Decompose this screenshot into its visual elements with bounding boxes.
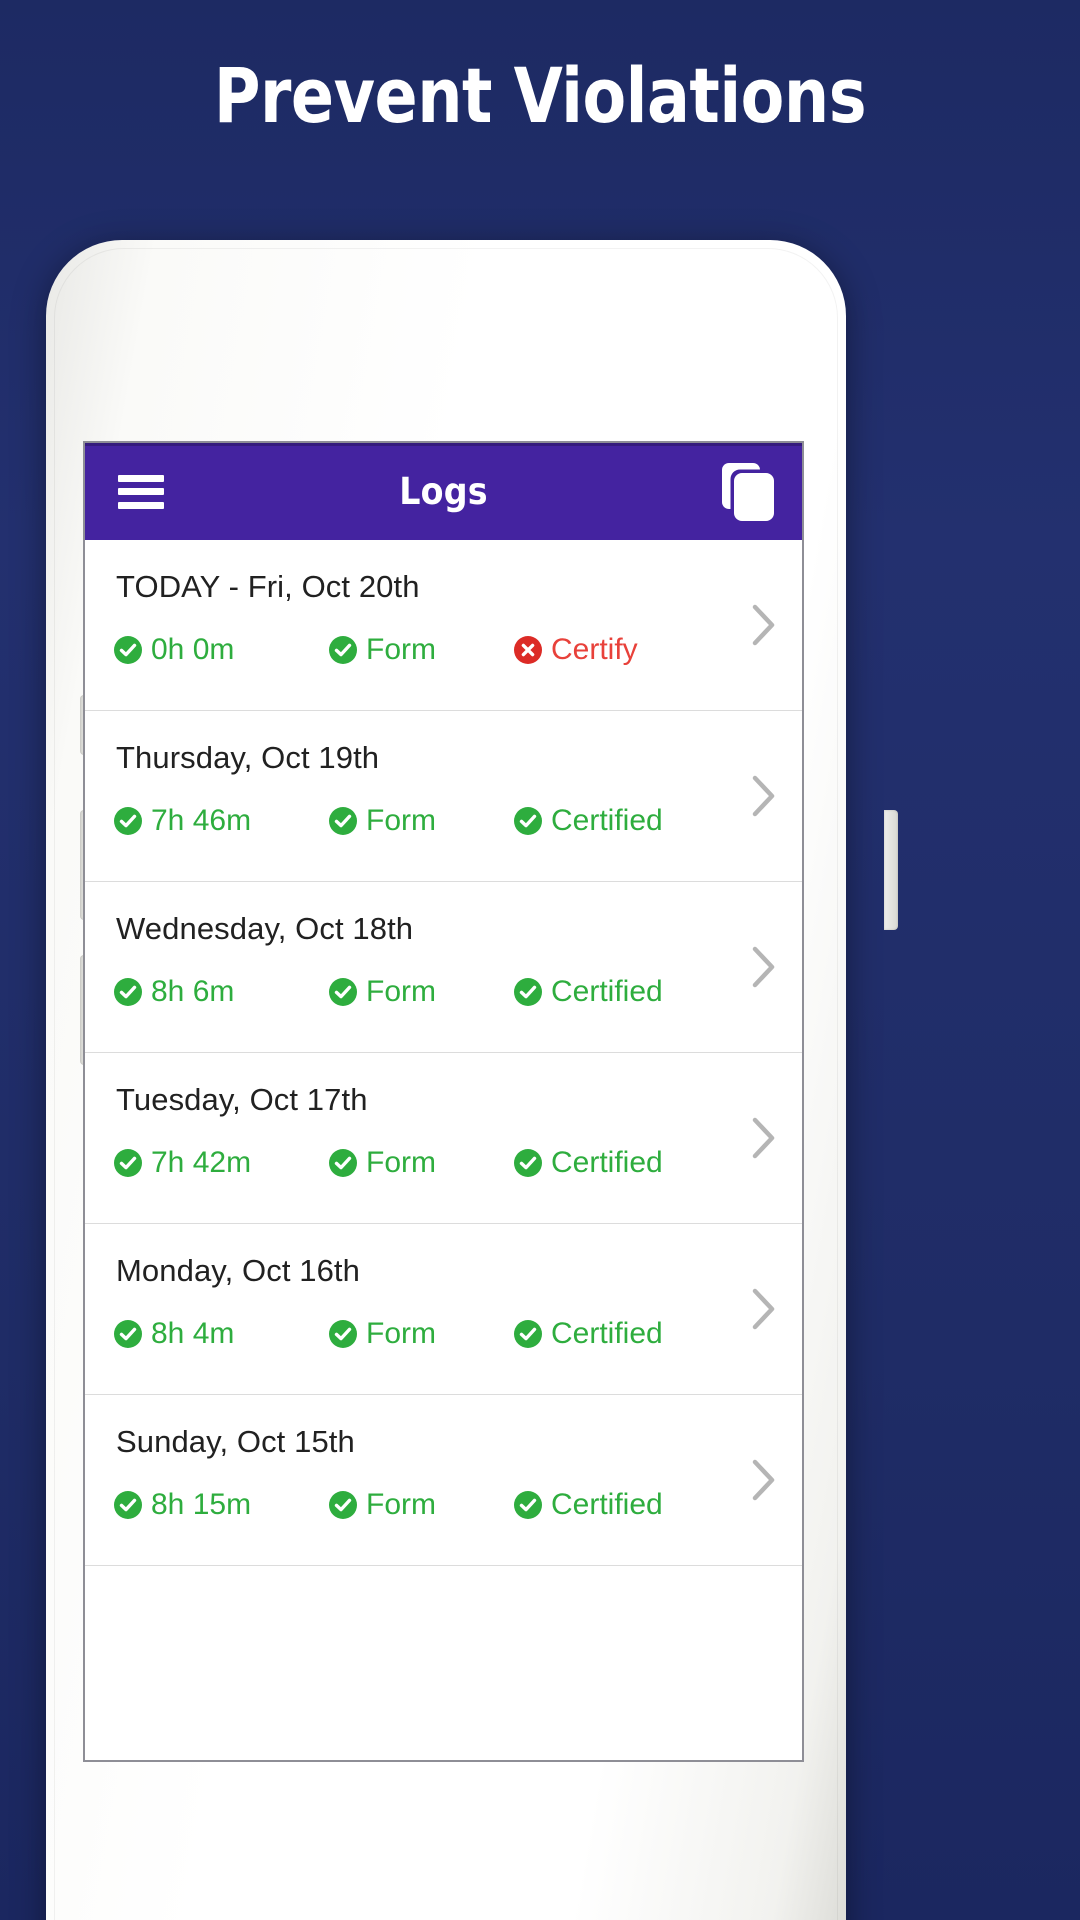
status-badge-icon (329, 636, 357, 664)
log-row-certify-label: Certified (551, 975, 663, 1008)
log-row-hours: 8h 4m (114, 1317, 329, 1351)
promo-headline: Prevent Violations (213, 51, 867, 140)
log-row-hours-label: 0h 0m (151, 633, 235, 666)
app-bar: Logs (85, 443, 802, 540)
log-row-form-label: Form (366, 975, 436, 1008)
log-row-date: Monday, Oct 16th (116, 1253, 360, 1288)
log-row-status: 7h 46m Form Certified (114, 804, 714, 838)
hamburger-bar (118, 501, 164, 509)
log-row-hours: 0h 0m (114, 633, 329, 667)
log-row-form: Form (329, 975, 514, 1009)
log-row-hours-label: 8h 6m (151, 975, 235, 1008)
log-row-form: Form (329, 804, 514, 838)
log-row-hours: 8h 6m (114, 975, 329, 1009)
log-row-hours: 7h 42m (114, 1146, 329, 1180)
status-badge-icon (114, 1491, 142, 1519)
chevron-right-icon[interactable] (750, 1116, 778, 1160)
log-row-certify: Certified (514, 1146, 714, 1180)
chevron-right-icon[interactable] (750, 774, 778, 818)
chevron-right-icon[interactable] (750, 1458, 778, 1502)
copy-icon-front-sheet (734, 472, 774, 521)
status-badge-icon (114, 978, 142, 1006)
log-row-date: Wednesday, Oct 18th (116, 911, 414, 946)
log-row-form-label: Form (366, 1146, 436, 1179)
log-row-form: Form (329, 633, 514, 667)
log-row-form-label: Form (366, 1488, 436, 1521)
log-row-certify: Certified (514, 804, 714, 838)
log-row-hours-label: 7h 42m (151, 1146, 252, 1179)
log-row[interactable]: Wednesday, Oct 18th 8h 6m Form Certified (85, 882, 802, 1053)
log-row-date: TODAY - Fri, Oct 20th (116, 569, 420, 604)
log-row-status: 0h 0m Form Certify (114, 633, 714, 667)
status-badge-icon (514, 636, 542, 664)
status-badge-icon (114, 636, 142, 664)
log-row-status: 8h 4m Form Certified (114, 1317, 714, 1351)
log-row-certify: Certify (514, 633, 714, 667)
chevron-right-icon[interactable] (750, 945, 778, 989)
log-row-date: Sunday, Oct 15th (116, 1424, 355, 1459)
log-row[interactable]: TODAY - Fri, Oct 20th 0h 0m Form Certify (85, 540, 802, 711)
status-badge-icon (329, 1149, 357, 1177)
log-row-hours-label: 8h 4m (151, 1317, 235, 1350)
status-badge-icon (329, 978, 357, 1006)
log-list[interactable]: TODAY - Fri, Oct 20th 0h 0m Form Certify… (85, 540, 802, 1566)
log-row[interactable]: Sunday, Oct 15th 8h 15m Form Certified (85, 1395, 802, 1566)
log-row-certify: Certified (514, 1488, 714, 1522)
log-row-hours: 7h 46m (114, 804, 329, 838)
log-row-certify-label: Certified (551, 1488, 663, 1521)
hamburger-bar (118, 488, 164, 495)
log-row-form: Form (329, 1146, 514, 1180)
chevron-right-icon[interactable] (750, 603, 778, 647)
phone-power-button (884, 810, 898, 930)
log-row-hours-label: 8h 15m (151, 1488, 252, 1521)
status-badge-icon (329, 1491, 357, 1519)
status-badge-icon (114, 1320, 142, 1348)
log-row-status: 8h 6m Form Certified (114, 975, 714, 1009)
log-row-certify-label: Certify (551, 633, 638, 666)
page-title: Logs (399, 470, 488, 513)
log-row-status: 8h 15m Form Certified (114, 1488, 714, 1522)
log-row-certify-label: Certified (551, 1317, 663, 1350)
log-row-certify: Certified (514, 975, 714, 1009)
status-badge-icon (114, 807, 142, 835)
status-badge-icon (514, 1149, 542, 1177)
status-badge-icon (114, 1149, 142, 1177)
log-row-status: 7h 42m Form Certified (114, 1146, 714, 1180)
log-row-form: Form (329, 1317, 514, 1351)
log-row-form-label: Form (366, 633, 436, 666)
log-row-hours-label: 7h 46m (151, 804, 252, 837)
hamburger-bar (118, 474, 164, 482)
log-row-hours: 8h 15m (114, 1488, 329, 1522)
chevron-right-icon[interactable] (750, 1287, 778, 1331)
copy-icon[interactable] (722, 462, 778, 521)
log-row-date: Thursday, Oct 19th (116, 740, 380, 775)
status-badge-icon (514, 978, 542, 1006)
log-row[interactable]: Monday, Oct 16th 8h 4m Form Certified (85, 1224, 802, 1395)
log-row-certify-label: Certified (551, 1146, 663, 1179)
log-row[interactable]: Tuesday, Oct 17th 7h 42m Form Certified (85, 1053, 802, 1224)
log-row-form: Form (329, 1488, 514, 1522)
promo-backdrop: Prevent Violations Logs TODAY - Fri, Oct… (0, 0, 1080, 1920)
log-row-certify-label: Certified (551, 804, 663, 837)
log-row-certify: Certified (514, 1317, 714, 1351)
status-badge-icon (514, 1491, 542, 1519)
status-badge-icon (514, 1320, 542, 1348)
status-badge-icon (514, 807, 542, 835)
status-badge-icon (329, 1320, 357, 1348)
hamburger-icon[interactable] (118, 474, 164, 509)
log-row[interactable]: Thursday, Oct 19th 7h 46m Form Certified (85, 711, 802, 882)
log-row-date: Tuesday, Oct 17th (116, 1082, 368, 1117)
log-row-form-label: Form (366, 1317, 436, 1350)
status-badge-icon (329, 807, 357, 835)
log-row-form-label: Form (366, 804, 436, 837)
app-screen: Logs TODAY - Fri, Oct 20th 0h 0m Form Ce… (85, 443, 802, 1760)
